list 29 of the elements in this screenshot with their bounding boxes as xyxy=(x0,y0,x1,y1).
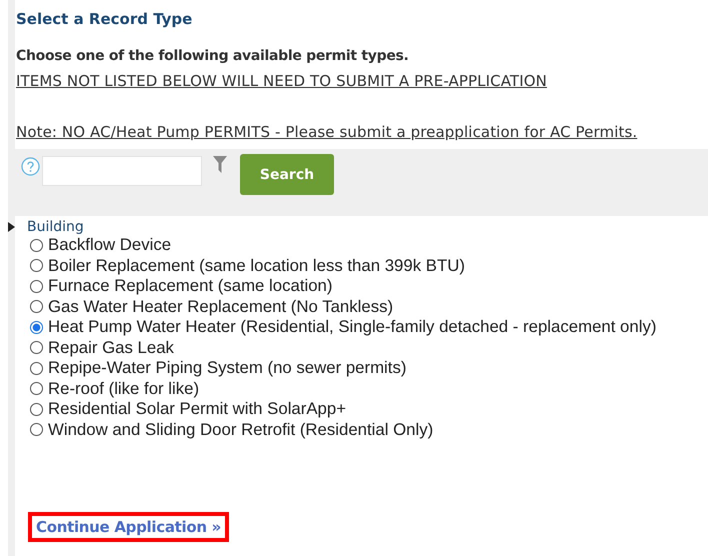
instruction-text: Choose one of the following available permit types. xyxy=(15,48,410,64)
option-label[interactable]: Gas Water Heater Replacement (No Tankless) xyxy=(48,296,394,317)
option-label[interactable]: Repipe-Water Piping System (no sewer permits) xyxy=(48,358,406,378)
option-label[interactable]: Repair Gas Leak xyxy=(48,338,174,358)
option-label[interactable]: Residential Solar Permit with SolarApp+ xyxy=(48,399,346,420)
option-label[interactable]: Furnace Replacement (same location) xyxy=(48,276,332,296)
option-label[interactable]: Re-roof (like for like) xyxy=(48,378,200,399)
option-label[interactable]: Backflow Device xyxy=(48,235,172,256)
option-label[interactable]: Window and Sliding Door Retrofit (Residential Only) xyxy=(48,420,434,440)
radio-button[interactable] xyxy=(30,402,43,416)
filter-icon[interactable] xyxy=(212,155,228,174)
option-label[interactable]: Boiler Replacement (same location less than 399k BTU) xyxy=(48,256,465,276)
radio-button[interactable] xyxy=(30,423,43,436)
section-title: Select a Record Type xyxy=(15,9,194,28)
notice-text: Note: NO AC/Heat Pump PERMITS - Please submit a preapplication for AC Permits. xyxy=(15,123,638,141)
radio-button[interactable] xyxy=(30,362,43,375)
notice-text: ITEMS NOT LISTED BELOW WILL NEED TO SUBMIT A PRE-APPLICATION xyxy=(15,72,548,90)
radio-button[interactable] xyxy=(30,259,43,272)
search-field[interactable] xyxy=(42,156,202,186)
category-label[interactable]: Building xyxy=(27,218,84,234)
continue-link[interactable]: Continue Application » xyxy=(28,512,230,542)
caret-icon[interactable] xyxy=(8,222,15,232)
radio-button[interactable] xyxy=(30,280,43,293)
radio-button[interactable] xyxy=(30,320,43,334)
radio-button[interactable] xyxy=(30,341,43,354)
radio-button[interactable] xyxy=(30,300,43,314)
radio-button[interactable] xyxy=(30,382,43,396)
option-label[interactable]: Heat Pump Water Heater (Residential, Single-family detached - replacement only) xyxy=(48,317,656,338)
radio-button[interactable] xyxy=(30,238,43,252)
